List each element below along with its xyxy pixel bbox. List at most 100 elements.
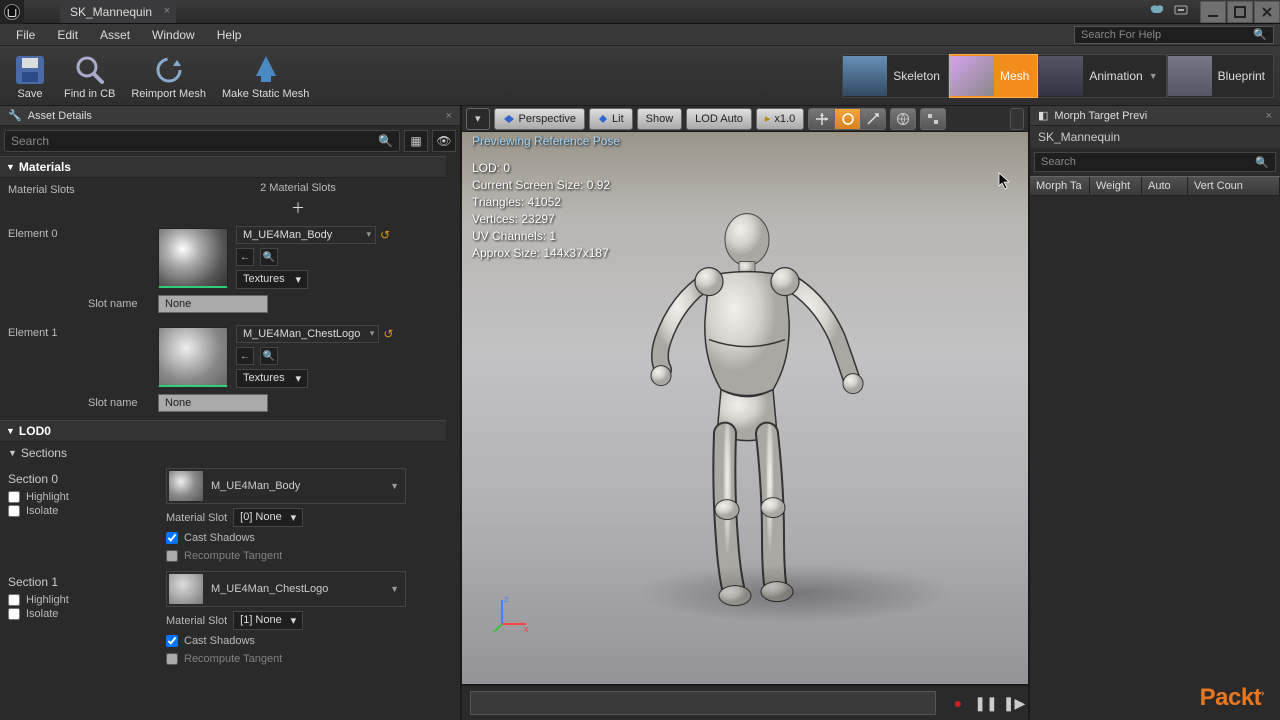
marketplace-icon[interactable]	[1149, 3, 1165, 20]
section-material-dropdown-0[interactable]: M_UE4Man_Body ▼	[166, 468, 406, 504]
titlebar: SK_Mannequin ×	[0, 0, 1280, 24]
expand-icon: ▼	[6, 162, 15, 172]
chevron-down-icon[interactable]: ▼	[1149, 71, 1158, 81]
highlight-checkbox-0[interactable]: Highlight	[8, 490, 158, 504]
viewport-scrollbar[interactable]	[1010, 108, 1024, 130]
reimport-mesh-button[interactable]: Reimport Mesh	[123, 48, 214, 104]
morph-icon: ◧	[1038, 109, 1048, 122]
use-selected-icon[interactable]: ←	[236, 248, 254, 266]
menu-window[interactable]: Window	[142, 25, 205, 45]
save-icon	[12, 52, 48, 88]
col-vert-count[interactable]: Vert Coun	[1188, 177, 1280, 195]
pause-button[interactable]: ❚❚	[974, 691, 998, 715]
mode-blueprint-button[interactable]: Blueprint	[1167, 54, 1274, 98]
cast-shadows-checkbox-0[interactable]: Cast Shadows	[166, 531, 438, 545]
save-button[interactable]: Save	[4, 48, 56, 104]
mode-skeleton-button[interactable]: Skeleton	[842, 54, 949, 98]
sections-subheader[interactable]: ▼ Sections	[0, 442, 446, 464]
browse-icon[interactable]: 🔍	[260, 347, 278, 365]
menu-asset[interactable]: Asset	[90, 25, 140, 45]
chevron-down-icon: ▼	[390, 481, 403, 491]
view-grid-icon[interactable]: ▦	[404, 130, 428, 152]
rotate-gizmo-button[interactable]	[834, 108, 860, 130]
morph-search-input[interactable]: Search 🔍	[1034, 152, 1276, 172]
skeleton-thumb-icon	[843, 56, 887, 96]
show-button[interactable]: Show	[637, 108, 683, 130]
viewport-toolbar: ▾ Perspective Lit Show LOD Auto ▸x1.0	[462, 106, 1028, 132]
morph-target-tab[interactable]: ◧ Morph Target Previ ×	[1030, 106, 1280, 126]
details-scroll[interactable]: ▼ Materials Material Slots 2 Material Sl…	[0, 156, 460, 720]
snap-toggle[interactable]	[920, 108, 946, 130]
material-thumb-chest[interactable]	[158, 327, 228, 387]
morph-list-body	[1030, 196, 1280, 720]
step-forward-button[interactable]: ❚▶	[1002, 691, 1026, 715]
material-slot-label: Material Slot	[166, 615, 227, 627]
close-icon[interactable]: ×	[446, 110, 452, 122]
lod-auto-button[interactable]: LOD Auto	[686, 108, 752, 130]
highlight-checkbox-1[interactable]: Highlight	[8, 593, 158, 607]
slot-name-label: Slot name	[88, 397, 150, 409]
menu-help[interactable]: Help	[207, 25, 252, 45]
reset-icon[interactable]: ↺	[380, 228, 390, 242]
lit-button[interactable]: Lit	[589, 108, 633, 130]
help-search-input[interactable]: Search For Help 🔍	[1074, 26, 1274, 44]
mode-animation-button[interactable]: Animation ▼	[1038, 54, 1166, 98]
col-morph-target[interactable]: Morph Ta	[1030, 177, 1090, 195]
browse-icon[interactable]: 🔍	[260, 248, 278, 266]
view-eye-icon[interactable]: 👁	[432, 130, 456, 152]
translate-gizmo-button[interactable]	[808, 108, 834, 130]
isolate-checkbox-1[interactable]: Isolate	[8, 607, 158, 621]
record-button[interactable]: ●	[946, 691, 970, 715]
source-control-icon[interactable]	[1173, 3, 1189, 20]
timeline-track[interactable]	[470, 691, 936, 715]
close-button[interactable]	[1254, 1, 1280, 23]
material-dropdown-body[interactable]: M_UE4Man_Body	[236, 226, 376, 244]
minimize-button[interactable]	[1200, 1, 1226, 23]
viewport-3d[interactable]: Previewing Reference Pose LOD: 0 Current…	[462, 132, 1028, 684]
mode-mesh-button[interactable]: Mesh	[949, 54, 1038, 98]
scale-gizmo-button[interactable]	[860, 108, 886, 130]
material-dropdown-chest[interactable]: M_UE4Man_ChestLogo	[236, 325, 379, 343]
details-search-input[interactable]: Search 🔍	[4, 130, 400, 152]
section-material-dropdown-1[interactable]: M_UE4Man_ChestLogo ▼	[166, 571, 406, 607]
mouse-cursor-icon	[998, 172, 1010, 190]
material-slot-dropdown-0[interactable]: [0] None▾	[233, 508, 303, 527]
material-slot-label: Material Slot	[166, 512, 227, 524]
search-icon: 🔍	[1253, 28, 1267, 41]
slot-name-input-0[interactable]: None	[158, 295, 268, 313]
reset-icon[interactable]: ↺	[383, 327, 393, 341]
col-auto[interactable]: Auto	[1142, 177, 1188, 195]
material-slot-dropdown-1[interactable]: [1] None▾	[233, 611, 303, 630]
menu-edit[interactable]: Edit	[47, 25, 88, 45]
world-local-toggle[interactable]	[890, 108, 916, 130]
isolate-checkbox-0[interactable]: Isolate	[8, 504, 158, 518]
lod0-section-header[interactable]: ▼ LOD0	[0, 420, 446, 442]
recompute-tangent-checkbox-1[interactable]: Recompute Tangent	[166, 652, 438, 666]
close-icon[interactable]: ×	[1266, 110, 1272, 122]
wrench-icon: 🔧	[8, 109, 22, 122]
document-tab[interactable]: SK_Mannequin ×	[60, 1, 176, 23]
slot-name-input-1[interactable]: None	[158, 394, 268, 412]
cast-shadows-checkbox-1[interactable]: Cast Shadows	[166, 634, 438, 648]
textures-dropdown[interactable]: Textures▾	[236, 369, 308, 388]
viewport-menu-button[interactable]: ▾	[466, 108, 490, 130]
textures-dropdown[interactable]: Textures▾	[236, 270, 308, 289]
asset-details-tab[interactable]: 🔧 Asset Details ×	[0, 106, 460, 126]
section-0-title: Section 0	[8, 468, 158, 490]
menu-file[interactable]: File	[6, 25, 45, 45]
viewport-status: Previewing Reference Pose	[472, 134, 620, 148]
section-mat-thumb	[169, 471, 203, 501]
perspective-button[interactable]: Perspective	[494, 108, 585, 130]
playback-speed-button[interactable]: ▸x1.0	[756, 108, 804, 130]
add-material-slot-button[interactable]: ＋	[291, 198, 305, 218]
maximize-button[interactable]	[1227, 1, 1253, 23]
find-in-cb-button[interactable]: Find in CB	[56, 48, 123, 104]
make-static-mesh-button[interactable]: Make Static Mesh	[214, 48, 317, 104]
recompute-tangent-checkbox-0[interactable]: Recompute Tangent	[166, 549, 438, 563]
toolbar: Save Find in CB Reimport Mesh Make Stati…	[0, 46, 1280, 106]
materials-section-header[interactable]: ▼ Materials	[0, 156, 446, 178]
material-thumb-body[interactable]	[158, 228, 228, 288]
close-tab-icon[interactable]: ×	[164, 5, 170, 17]
use-selected-icon[interactable]: ←	[236, 347, 254, 365]
col-weight[interactable]: Weight	[1090, 177, 1142, 195]
